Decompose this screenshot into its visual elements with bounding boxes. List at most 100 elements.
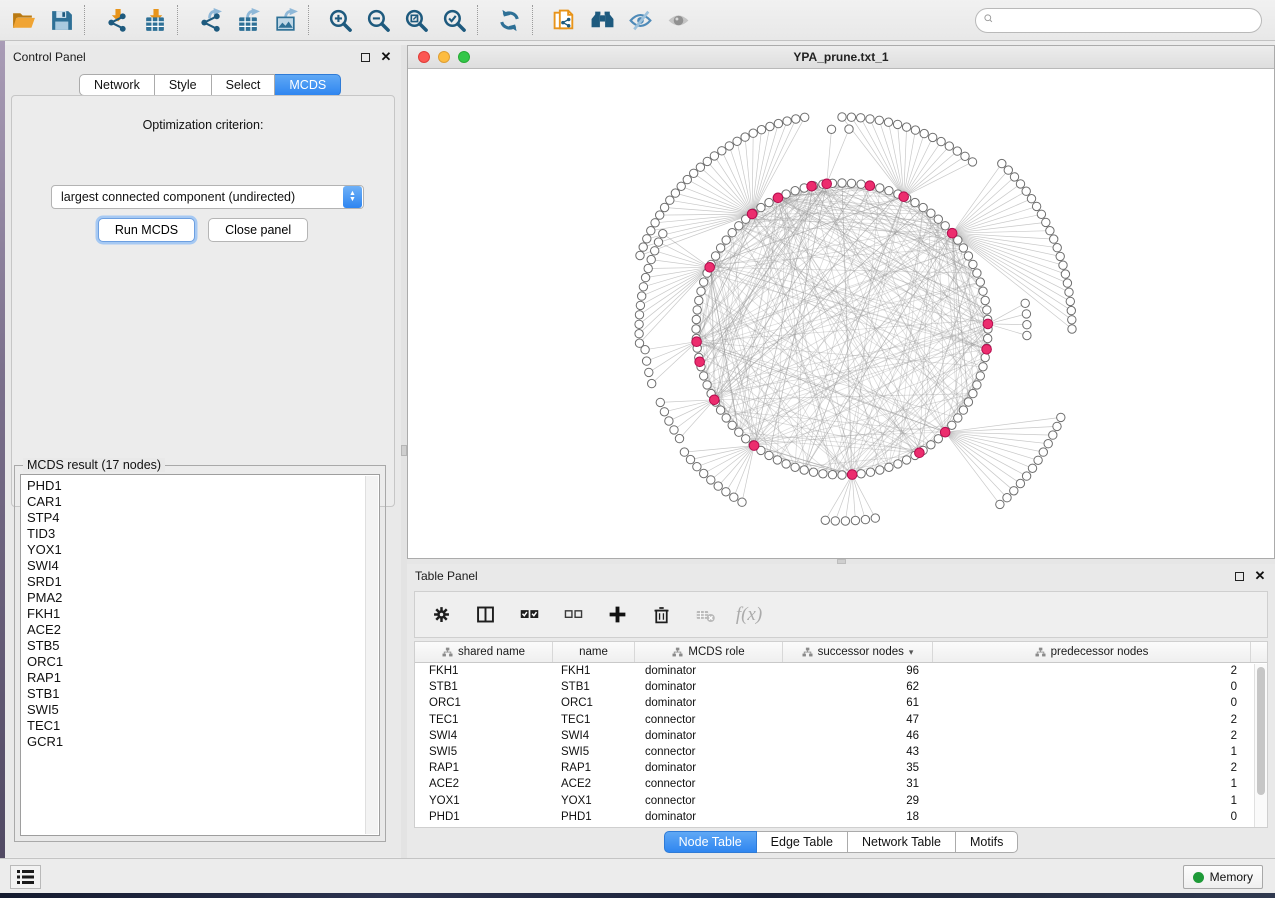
export-image-button[interactable]: [270, 5, 300, 35]
cell-MCDS-role[interactable]: dominator: [635, 811, 783, 823]
tab-edge-table[interactable]: Edge Table: [757, 831, 848, 853]
find-button[interactable]: [587, 5, 617, 35]
mcds-result-list[interactable]: PHD1CAR1STP4TID3YOX1SWI4SRD1PMA2FKH1ACE2…: [20, 474, 380, 836]
cell-name[interactable]: YOX1: [553, 795, 635, 807]
cell-name[interactable]: PHD1: [553, 811, 635, 823]
cell-successor-nodes[interactable]: 46: [783, 730, 933, 742]
table-row[interactable]: SWI4SWI4dominator462: [415, 728, 1267, 744]
table-row[interactable]: RAP1RAP1dominator352: [415, 760, 1267, 776]
cell-MCDS-role[interactable]: dominator: [635, 762, 783, 774]
cell-shared-name[interactable]: FKH1: [415, 665, 553, 677]
zoom-in-button[interactable]: [325, 5, 355, 35]
column-header-MCDS-role[interactable]: MCDS role: [635, 642, 783, 662]
column-header-predecessor-nodes[interactable]: predecessor nodes: [933, 642, 1251, 662]
mcds-result-item[interactable]: STP4: [27, 510, 379, 526]
zoom-selected-button[interactable]: [439, 5, 469, 35]
cell-MCDS-role[interactable]: dominator: [635, 697, 783, 709]
import-table-button[interactable]: [139, 5, 169, 35]
select-all-button[interactable]: [517, 603, 541, 627]
cell-MCDS-role[interactable]: connector: [635, 746, 783, 758]
cell-shared-name[interactable]: PHD1: [415, 811, 553, 823]
mcds-result-item[interactable]: SWI4: [27, 558, 379, 574]
table-row[interactable]: FKH1FKH1dominator962: [415, 663, 1267, 679]
zoom-fit-button[interactable]: [401, 5, 431, 35]
tab-select[interactable]: Select: [212, 74, 276, 96]
table-row[interactable]: SWI5SWI5connector431: [415, 744, 1267, 760]
close-panel-button-mcds[interactable]: Close panel: [208, 218, 308, 242]
float-panel-button[interactable]: [1232, 569, 1246, 583]
cell-MCDS-role[interactable]: connector: [635, 714, 783, 726]
tab-motifs[interactable]: Motifs: [956, 831, 1018, 853]
cell-shared-name[interactable]: YOX1: [415, 795, 553, 807]
cell-name[interactable]: RAP1: [553, 762, 635, 774]
cell-successor-nodes[interactable]: 29: [783, 795, 933, 807]
cell-predecessor-nodes[interactable]: 1: [933, 778, 1251, 790]
show-all-button[interactable]: [663, 5, 693, 35]
toggle-panel-columns-button[interactable]: [473, 603, 497, 627]
cell-predecessor-nodes[interactable]: 0: [933, 697, 1251, 709]
zoom-out-button[interactable]: [363, 5, 393, 35]
cell-predecessor-nodes[interactable]: 2: [933, 730, 1251, 742]
mcds-result-item[interactable]: PMA2: [27, 590, 379, 606]
mcds-result-item[interactable]: SRD1: [27, 574, 379, 590]
search-box[interactable]: [975, 8, 1262, 33]
cell-shared-name[interactable]: SWI4: [415, 730, 553, 742]
mcds-list-scrollbar[interactable]: [365, 476, 378, 834]
cell-successor-nodes[interactable]: 61: [783, 697, 933, 709]
cell-predecessor-nodes[interactable]: 1: [933, 746, 1251, 758]
table-options-gear-button[interactable]: [429, 603, 453, 627]
cell-predecessor-nodes[interactable]: 2: [933, 665, 1251, 677]
table-row[interactable]: PHD1PHD1dominator180: [415, 809, 1267, 825]
mcds-result-item[interactable]: RAP1: [27, 670, 379, 686]
cell-name[interactable]: SWI5: [553, 746, 635, 758]
tab-style[interactable]: Style: [155, 74, 212, 96]
cell-name[interactable]: ORC1: [553, 697, 635, 709]
close-panel-button[interactable]: ✕: [379, 50, 393, 64]
cell-shared-name[interactable]: STB1: [415, 681, 553, 693]
cell-predecessor-nodes[interactable]: 0: [933, 681, 1251, 693]
cell-shared-name[interactable]: ACE2: [415, 778, 553, 790]
mcds-result-item[interactable]: TID3: [27, 526, 379, 542]
cell-successor-nodes[interactable]: 31: [783, 778, 933, 790]
cell-successor-nodes[interactable]: 47: [783, 714, 933, 726]
mcds-result-item[interactable]: GCR1: [27, 734, 379, 750]
cell-predecessor-nodes[interactable]: 2: [933, 762, 1251, 774]
tab-network[interactable]: Network: [79, 74, 155, 96]
cell-shared-name[interactable]: ORC1: [415, 697, 553, 709]
mcds-result-item[interactable]: STB1: [27, 686, 379, 702]
cell-MCDS-role[interactable]: connector: [635, 778, 783, 790]
mcds-result-item[interactable]: FKH1: [27, 606, 379, 622]
optimization-criterion-select[interactable]: largest connected component (undirected)…: [51, 185, 364, 209]
cell-shared-name[interactable]: SWI5: [415, 746, 553, 758]
mcds-result-item[interactable]: STB5: [27, 638, 379, 654]
column-header-successor-nodes[interactable]: successor nodes▾: [783, 642, 933, 662]
save-session-button[interactable]: [46, 5, 76, 35]
mcds-result-item[interactable]: ACE2: [27, 622, 379, 638]
cell-successor-nodes[interactable]: 35: [783, 762, 933, 774]
tab-node-table[interactable]: Node Table: [664, 831, 757, 853]
network-canvas[interactable]: [408, 69, 1274, 558]
cell-name[interactable]: FKH1: [553, 665, 635, 677]
open-file-button[interactable]: [8, 5, 38, 35]
cell-successor-nodes[interactable]: 43: [783, 746, 933, 758]
import-network-button[interactable]: [101, 5, 131, 35]
cell-name[interactable]: ACE2: [553, 778, 635, 790]
table-row[interactable]: ORC1ORC1dominator610: [415, 695, 1267, 711]
column-header-name[interactable]: name: [553, 642, 635, 662]
table-row[interactable]: ACE2ACE2connector311: [415, 776, 1267, 792]
table-row[interactable]: TEC1TEC1connector472: [415, 712, 1267, 728]
table-scrollbar[interactable]: [1254, 664, 1267, 827]
cell-MCDS-role[interactable]: dominator: [635, 681, 783, 693]
export-network-button[interactable]: [194, 5, 224, 35]
cell-predecessor-nodes[interactable]: 1: [933, 795, 1251, 807]
mcds-result-item[interactable]: ORC1: [27, 654, 379, 670]
memory-button[interactable]: Memory: [1183, 865, 1263, 889]
mcds-result-item[interactable]: TEC1: [27, 718, 379, 734]
run-mcds-button[interactable]: Run MCDS: [98, 218, 195, 242]
delete-column-button[interactable]: [649, 603, 673, 627]
cell-successor-nodes[interactable]: 18: [783, 811, 933, 823]
mcds-result-item[interactable]: YOX1: [27, 542, 379, 558]
cell-shared-name[interactable]: RAP1: [415, 762, 553, 774]
tab-network-table[interactable]: Network Table: [848, 831, 956, 853]
cell-successor-nodes[interactable]: 96: [783, 665, 933, 677]
